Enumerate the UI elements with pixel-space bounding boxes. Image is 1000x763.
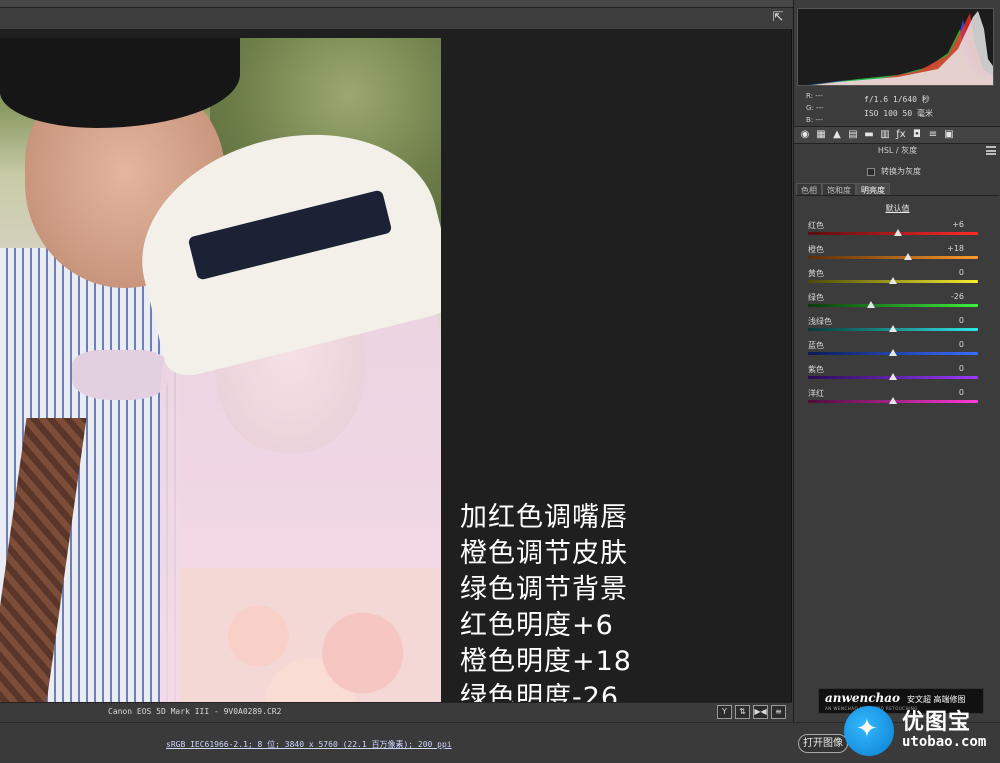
slider-4[interactable]: 浅绿色 0 <box>808 316 988 340</box>
caption-line: 红色明度+6 <box>460 610 614 641</box>
histogram-luminance <box>814 11 993 85</box>
basic-panel-icon[interactable]: ◉ <box>798 129 812 141</box>
tone-curve-icon[interactable]: ▦ <box>814 129 828 141</box>
slider-thumb[interactable] <box>889 373 897 380</box>
iso-focal: ISO 100 50 毫米 <box>864 109 933 118</box>
slider-label: 绿色 <box>808 293 824 302</box>
slider-thumb[interactable] <box>889 397 897 404</box>
camera-info: f/1.6 1/640 秒 ISO 100 50 毫米 <box>864 93 933 121</box>
copy-settings-button[interactable]: ▶◀ <box>753 705 768 719</box>
open-image-button[interactable]: 打开图像 <box>798 734 848 753</box>
logo-domain: utobao.com <box>902 734 987 750</box>
convert-grayscale-label: 转换为灰度 <box>881 167 921 176</box>
caption-line: 绿色调节背景 <box>460 574 628 605</box>
exit-icon[interactable]: ⇱ <box>770 11 786 25</box>
section-title: HSL / 灰度 <box>877 146 918 155</box>
lens-corrections-icon[interactable]: ▥ <box>878 129 892 141</box>
snapshots-icon[interactable]: ▣ <box>942 129 956 141</box>
slider-value[interactable]: +18 <box>934 244 964 253</box>
readout-g: G: --- <box>806 104 824 112</box>
aperture-shutter: f/1.6 1/640 秒 <box>864 95 930 104</box>
slider-value[interactable]: +6 <box>934 220 964 229</box>
slider-value[interactable]: 0 <box>934 388 964 397</box>
adjustment-panel: R: --- G: --- B: --- f/1.6 1/640 秒 ISO 1… <box>793 0 1000 722</box>
tab-saturation[interactable]: 饱和度 <box>822 183 856 195</box>
effects-icon[interactable]: ƒx <box>894 129 908 141</box>
camera-raw-window: ⇱ 加红色调嘴唇 橙色调节皮肤 绿色调节背景 红色明度+6 橙色明度+18 绿色… <box>0 0 1000 763</box>
slider-label: 橙色 <box>808 245 824 254</box>
slider-value[interactable]: 0 <box>934 268 964 277</box>
slider-value[interactable]: 0 <box>934 364 964 373</box>
bird-logo-icon <box>844 706 894 756</box>
rgb-readout: R: --- G: --- B: --- <box>806 90 824 126</box>
slider-3[interactable]: 绿色 -26 <box>808 292 988 316</box>
slider-label: 洋红 <box>808 389 824 398</box>
slider-label: 紫色 <box>808 365 824 374</box>
slider-2[interactable]: 黄色 0 <box>808 268 988 292</box>
view-buttons: Y ⇅ ▶◀ ≡ <box>717 705 786 719</box>
panel-tab-icons: ◉ ▦ ▲ ▤ ▬ ▥ ƒx ◘ ≡ ▣ <box>794 126 1000 144</box>
slider-label: 红色 <box>808 221 824 230</box>
site-logo: 优图宝 utobao.com <box>842 700 1000 763</box>
workflow-options-link[interactable]: sRGB IEC61966-2.1; 8 位; 3840 x 5760 (22.… <box>166 739 452 750</box>
photo-bowtie <box>72 350 168 400</box>
before-after-button[interactable]: Y <box>717 705 732 719</box>
slider-5[interactable]: 蓝色 0 <box>808 340 988 364</box>
presets-icon[interactable]: ≡ <box>926 129 940 141</box>
caption-line: 橙色调节皮肤 <box>460 538 628 569</box>
readout-b: B: --- <box>806 116 823 124</box>
slider-value[interactable]: -26 <box>934 292 964 301</box>
detail-icon[interactable]: ▲ <box>830 129 844 141</box>
tab-luminance[interactable]: 明亮度 <box>856 183 890 195</box>
camera-calibration-icon[interactable]: ◘ <box>910 129 924 141</box>
convert-grayscale-toggle[interactable]: 转换为灰度 <box>867 166 921 177</box>
defaults-link-text[interactable]: 默认值 <box>886 204 910 213</box>
checkbox[interactable] <box>867 167 875 176</box>
slider-track[interactable] <box>808 232 978 235</box>
slider-label: 黄色 <box>808 269 824 278</box>
hsl-icon[interactable]: ▤ <box>846 129 860 141</box>
image-preview-area[interactable]: 加红色调嘴唇 橙色调节皮肤 绿色调节背景 红色明度+6 橙色明度+18 绿色明度… <box>0 30 792 728</box>
slider-thumb[interactable] <box>904 253 913 260</box>
slider-thumb[interactable] <box>889 277 897 284</box>
readout-r: R: --- <box>806 92 823 100</box>
preferences-button[interactable]: ≡ <box>771 705 786 719</box>
camera-file-label: Canon EOS 5D Mark III - 9V0A0289.CR2 <box>108 707 282 716</box>
menu-icon[interactable] <box>986 146 996 155</box>
slider-7[interactable]: 洋红 0 <box>808 388 988 412</box>
swap-button[interactable]: ⇅ <box>735 705 750 719</box>
slider-6[interactable]: 紫色 0 <box>808 364 988 388</box>
hsl-subtabs: 色相 饱和度 明亮度 <box>796 183 999 196</box>
slider-thumb[interactable] <box>889 349 897 356</box>
tab-hue[interactable]: 色相 <box>796 183 822 195</box>
caption-line: 加红色调嘴唇 <box>460 502 628 533</box>
defaults-link: 默认值 <box>794 203 1000 214</box>
slider-0[interactable]: 红色 +6 <box>808 220 988 244</box>
caption-line: 橙色明度+18 <box>460 646 632 677</box>
slider-thumb[interactable] <box>866 301 875 308</box>
status-bar: Canon EOS 5D Mark III - 9V0A0289.CR2 Y ⇅… <box>0 702 792 722</box>
annotation-caption: 加红色调嘴唇 橙色调节皮肤 绿色调节背景 红色明度+6 橙色明度+18 绿色明度… <box>460 500 632 716</box>
slider-track[interactable] <box>808 304 978 307</box>
split-toning-icon[interactable]: ▬ <box>862 129 876 141</box>
slider-value[interactable]: 0 <box>934 340 964 349</box>
histogram <box>797 8 994 86</box>
slider-label: 浅绿色 <box>808 317 832 326</box>
photo-preview <box>0 38 441 728</box>
slider-thumb[interactable] <box>889 325 897 332</box>
slider-label: 蓝色 <box>808 341 824 350</box>
slider-track[interactable] <box>808 256 978 259</box>
slider-thumb[interactable] <box>894 229 903 236</box>
slider-value[interactable]: 0 <box>934 316 964 325</box>
top-toolbar: ⇱ <box>0 8 792 30</box>
logo-brand: 优图宝 <box>902 710 972 735</box>
slider-1[interactable]: 橙色 +18 <box>808 244 988 268</box>
